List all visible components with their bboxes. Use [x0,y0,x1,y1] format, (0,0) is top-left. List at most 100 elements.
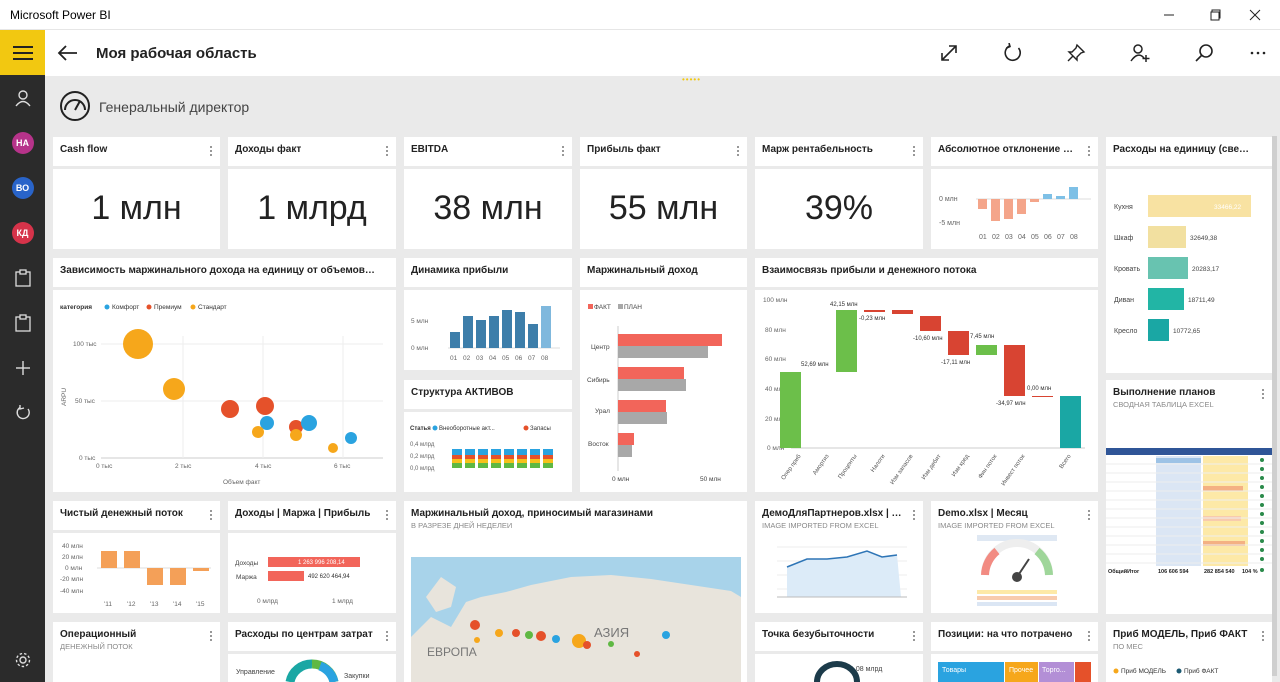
total-label: ОбщийИтог [1108,568,1140,575]
legend-item: Приб МОДЕЛЬ [1121,667,1166,675]
hamburger-icon[interactable] [0,30,45,75]
y-tick: 60 млн [765,356,786,363]
add-icon[interactable] [0,348,45,388]
data-label: 33466,22 [1214,204,1241,211]
refresh-icon[interactable] [998,38,1028,68]
tile-title: Чистый денежный поток [60,508,183,519]
bar [618,379,686,391]
kpi-tile-revenue[interactable]: Доходы факт 1 млрд [228,137,396,249]
tile-subtitle: ПО МЕС [1113,642,1143,651]
x-tick: 07 [1057,234,1065,241]
tile-menu-icon[interactable] [1088,509,1092,521]
chart-tile-revenue-margin-profit[interactable]: Доходы | Маржа | Прибыль Доходы Маржа 1 … [228,501,396,613]
image-tile-demo-partners[interactable]: ДемоДляПартнеров.xlsx | Das... IMAGE IMP… [755,501,923,613]
tile-menu-icon[interactable] [1088,630,1092,642]
tile-menu-icon[interactable] [386,145,390,157]
workspace-avatar-3[interactable]: КД [0,213,45,253]
table-tile-plans[interactable]: Выполнение планов СВОДНАЯ ТАБЛИЦА EXCEL … [1106,380,1272,614]
back-arrow-icon[interactable] [55,40,81,66]
kpi-tile-profit[interactable]: Прибыль факт 55 млн [580,137,747,249]
category-label: Управление [236,669,275,676]
map-point [525,631,533,639]
chart-tile-break-even[interactable]: Точка безубыточности 1,08 млрд [755,622,923,682]
workspace-avatar-1[interactable]: НА [0,123,45,163]
expand-icon[interactable] [934,38,964,68]
chart-tile-profit-dynamics[interactable]: Динамика прибыли 5 млн 0 млн 01 02 03 04 05 0… [404,258,572,370]
tile-operational[interactable]: Операционный ДЕНЕЖНЫЙ ПОТОК [53,622,220,682]
tile-menu-icon[interactable] [1088,145,1092,157]
tile-menu-icon[interactable] [737,145,741,157]
kpi-tile-margin[interactable]: Марж рентабельность 39% [755,137,923,249]
chart-tile-waterfall[interactable]: Взаимосвязь прибыли и денежного потока 1… [755,258,1098,492]
bar [528,324,538,348]
x-tick: 01 [979,234,987,241]
chart-tile-abs-deviation[interactable]: Абсолютное отклонение фак... 0 млн -5 мл… [931,137,1098,249]
refresh-icon[interactable] [0,393,45,433]
category-label: Закупки [344,673,370,680]
x-tick: Изм кред [951,453,971,478]
kpi-tile-cash-flow[interactable]: Cash flow 1 млн [53,137,220,249]
tile-subtitle: В РАЗРЕЗЕ ДНЕЙ НЕДЕЛЕИ [411,521,513,530]
chart-tile-model-vs-fact[interactable]: Приб МОДЕЛЬ, Приб ФАКТ ПО МЕС Приб МОДЕЛ… [1106,622,1272,682]
map-point [634,651,640,657]
bar [1043,194,1052,199]
x-tick: Фин поток [978,453,999,480]
user-icon[interactable] [0,78,45,118]
tile-menu-icon[interactable] [1262,388,1266,400]
x-tick: 06 [1044,234,1052,241]
clipboard-icon[interactable] [0,303,45,343]
x-tick: 08 [1070,234,1078,241]
divider [755,166,923,169]
chart-tile-unit-cost[interactable]: Расходы на единицу (светлее... Кухня Шка… [1106,137,1272,373]
tile-menu-icon[interactable] [913,630,917,642]
bar [864,310,885,312]
tile-menu-icon[interactable] [386,509,390,521]
workspace-avatar-2[interactable]: ВО [0,168,45,208]
y-tick: 0 тыс [79,455,96,462]
tile-menu-icon[interactable] [562,145,566,157]
more-icon[interactable] [1243,38,1273,68]
minimize-button[interactable] [1146,0,1192,30]
tile-menu-icon[interactable] [210,145,214,157]
x-tick: '14 [173,601,182,608]
chart-tile-scatter[interactable]: Зависимость маржинального дохода на един… [53,258,396,492]
bar [124,551,140,568]
tile-menu-icon[interactable] [1262,630,1266,642]
tile-title: Приб МОДЕЛЬ, Приб ФАКТ [1113,629,1248,640]
y-tick: 0,0 млрд [410,466,435,472]
image-tile-demo-month[interactable]: Demo.xlsx | Месяц IMAGE IMPORTED FROM EX… [931,501,1098,613]
pin-icon[interactable] [1061,38,1091,68]
map-label: АЗИЯ [594,625,629,640]
clipboard-icon[interactable] [0,258,45,298]
x-tick: Проценты [838,454,859,480]
x-tick: 1 млрд [332,598,353,605]
chart-tile-assets[interactable]: Структура АКТИВОВ Статья Внеоборотные ак… [404,380,572,492]
divider [580,166,747,169]
bar [515,312,525,348]
chart-tile-cost-centers[interactable]: Расходы по центрам затрат Управление Зак… [228,622,396,682]
map-tile[interactable]: Маржинальный доход, приносимый магазинам… [404,501,747,682]
gear-icon[interactable] [0,640,45,680]
chart-tile-marginal-income[interactable]: Маржинальный доход ФАКТ ПЛАН Центр Сибир… [580,258,747,492]
tile-menu-icon[interactable] [386,630,390,642]
kpi-value: 55 млн [608,189,719,227]
bar [1030,199,1039,202]
tile-menu-icon[interactable] [913,509,917,521]
tile-menu-icon[interactable] [210,630,214,642]
tile-menu-icon[interactable] [210,509,214,521]
chart-tile-net-cash-flow[interactable]: Чистый денежный поток 40 млн 20 млн 0 мл… [53,501,220,613]
chart-tile-positions[interactable]: Позиции: на что потрачено Товары Прочее … [931,622,1098,682]
vertical-scrollbar[interactable] [1272,136,1277,676]
data-label: 7,45 млн [970,334,994,340]
data-point [301,415,317,431]
tile-title: Cash flow [60,144,108,155]
search-icon[interactable] [1189,38,1219,68]
tile-menu-icon[interactable] [913,145,917,157]
y-tick: 0 млн [939,196,958,203]
y-tick: 40 млн [62,543,83,550]
close-button[interactable] [1232,0,1278,30]
bar [489,316,499,348]
add-user-icon[interactable] [1125,38,1155,68]
dashboard-title: Генеральный директор [99,99,250,115]
kpi-tile-ebitda[interactable]: EBITDA 38 млн [404,137,572,249]
